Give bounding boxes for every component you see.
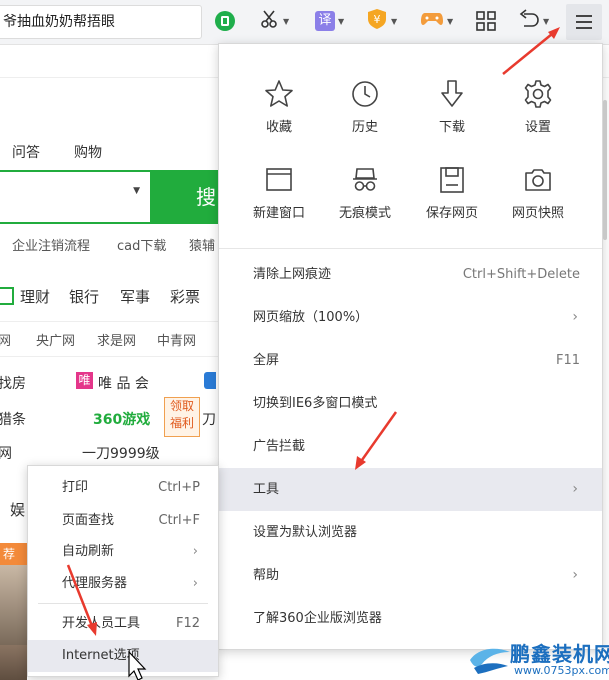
red-arrow-icon bbox=[66, 564, 97, 636]
watermark-logo-icon bbox=[470, 648, 510, 674]
red-arrow-icon bbox=[355, 411, 398, 470]
mouse-cursor-icon bbox=[128, 650, 147, 680]
red-arrow-icon bbox=[502, 27, 560, 75]
site-watermark: 鹏鑫装机网 www.0753px.com bbox=[468, 640, 609, 680]
annotation-overlay bbox=[66, 27, 560, 680]
